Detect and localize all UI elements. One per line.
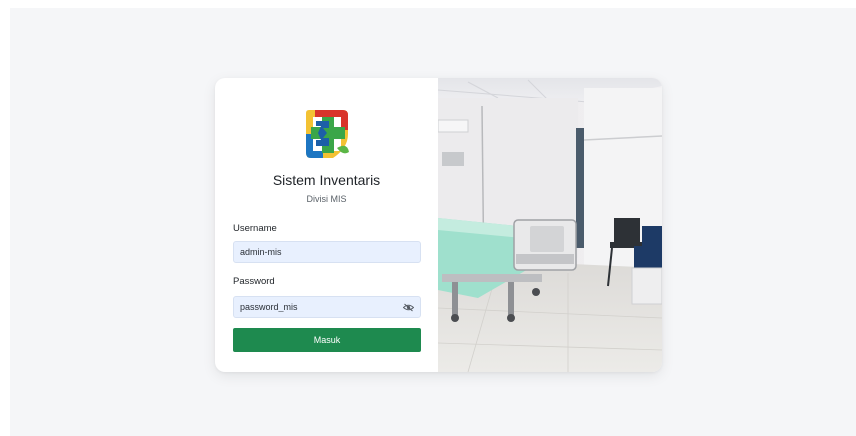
eye-slash-icon xyxy=(402,303,414,311)
password-label: Password xyxy=(233,276,275,287)
app-title: Sistem Inventaris xyxy=(272,172,381,188)
login-form-pane: Sistem Inventaris Divisi MIS Username Pa… xyxy=(215,78,438,372)
hospital-room-image xyxy=(438,78,662,372)
toggle-password-visibility-button[interactable] xyxy=(401,300,415,314)
app-logo xyxy=(306,110,349,158)
app-subtitle: Divisi MIS xyxy=(306,194,347,204)
login-submit-button[interactable]: Masuk xyxy=(233,328,421,352)
password-input[interactable] xyxy=(233,296,421,318)
login-card: Sistem Inventaris Divisi MIS Username Pa… xyxy=(215,78,662,372)
username-label: Username xyxy=(233,223,277,234)
username-input[interactable] xyxy=(233,241,421,263)
